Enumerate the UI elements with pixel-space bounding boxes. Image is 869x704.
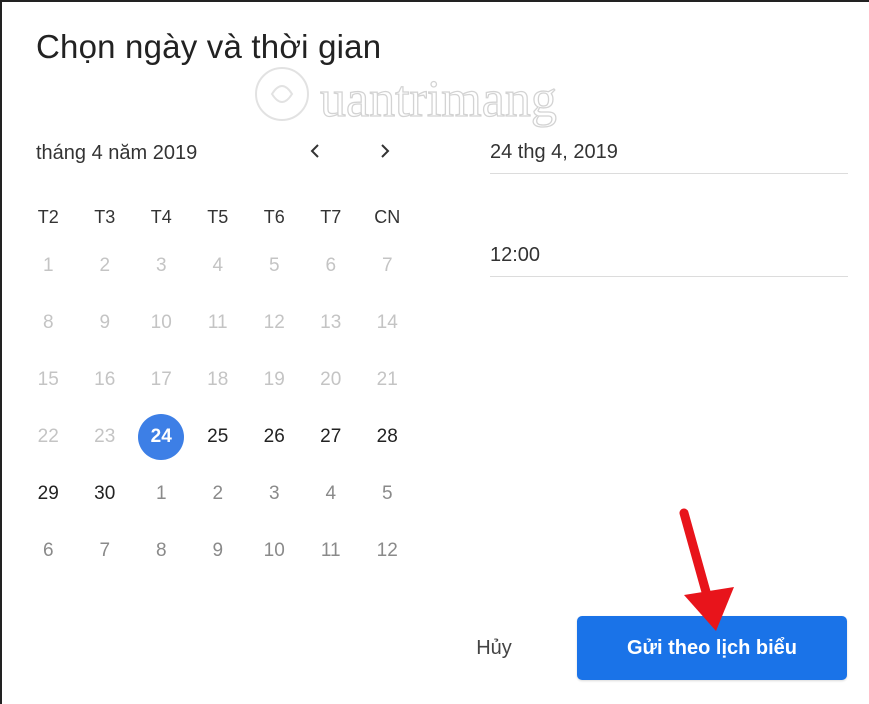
schedule-send-dialog: Chọn ngày và thời gian uantrimang tháng … — [0, 0, 869, 704]
calendar-day-disabled: 4 — [212, 254, 224, 276]
calendar-week: 22 23 24 25 26 27 28 — [20, 408, 416, 465]
calendar-day-next-month[interactable]: 6 — [20, 528, 77, 574]
calendar-week: 1 2 3 4 5 6 7 — [20, 237, 416, 294]
calendar-day-disabled: 8 — [42, 311, 54, 333]
calendar-day[interactable]: 28 — [359, 414, 416, 460]
calendar-day-next-month[interactable]: 10 — [246, 528, 303, 574]
next-month-button[interactable] — [370, 136, 400, 166]
calendar-day-disabled: 2 — [99, 254, 111, 276]
calendar-day-next-month[interactable]: 8 — [133, 528, 190, 574]
calendar-day-next-month[interactable]: 11 — [303, 528, 360, 574]
weekday-label: T5 — [207, 206, 229, 227]
calendar-day-next-month[interactable]: 4 — [303, 471, 360, 517]
selected-day-label: 24 — [138, 413, 185, 460]
calendar-day-next-month[interactable]: 12 — [359, 528, 416, 574]
calendar-week: 29 30 1 2 3 4 5 — [20, 465, 416, 522]
date-field[interactable]: 24 thg 4, 2019 — [490, 141, 848, 174]
calendar-day-disabled: 19 — [263, 368, 285, 390]
weekday-label: T4 — [150, 206, 172, 227]
calendar-day-disabled: 18 — [207, 368, 229, 390]
calendar-week: 15 16 17 18 19 20 21 — [20, 351, 416, 408]
calendar-day-next-month[interactable]: 7 — [77, 528, 134, 574]
calendar-day-selected[interactable]: 24 — [133, 413, 190, 460]
prev-month-button[interactable] — [300, 136, 330, 166]
schedule-send-button[interactable]: Gửi theo lịch biểu — [577, 616, 847, 680]
dialog-title: Chọn ngày và thời gian — [36, 28, 382, 65]
calendar-day[interactable]: 30 — [77, 471, 134, 517]
calendar-day[interactable]: 29 — [20, 471, 77, 517]
calendar-day-disabled: 16 — [94, 368, 116, 390]
weekday-header: T2 T3 T4 T5 T6 T7 CN — [20, 197, 416, 237]
weekday-label: T6 — [263, 206, 285, 227]
calendar-day-next-month[interactable]: 5 — [359, 471, 416, 517]
calendar-day-next-month[interactable]: 9 — [190, 528, 247, 574]
weekday-label: CN — [374, 206, 401, 227]
time-field[interactable]: 12:00 — [490, 244, 848, 277]
calendar-month-label: tháng 4 năm 2019 — [36, 142, 198, 164]
weekday-label: T3 — [94, 206, 116, 227]
chevron-right-icon — [381, 144, 390, 158]
weekday-label: T7 — [320, 206, 342, 227]
calendar-day-disabled: 1 — [42, 254, 54, 276]
calendar-day-next-month[interactable]: 3 — [246, 471, 303, 517]
calendar-grid: T2 T3 T4 T5 T6 T7 CN 1 2 3 4 5 6 7 8 9 1… — [20, 197, 416, 579]
calendar-day-disabled: 6 — [325, 254, 337, 276]
watermark-text: uantrimang — [320, 71, 557, 128]
calendar-day[interactable]: 26 — [246, 414, 303, 460]
cancel-button[interactable]: Hủy — [454, 617, 534, 679]
calendar-day-disabled: 3 — [155, 254, 167, 276]
calendar-day-disabled: 10 — [150, 311, 172, 333]
calendar-day-disabled: 20 — [320, 368, 342, 390]
calendar-day[interactable]: 27 — [303, 414, 360, 460]
calendar-day-next-month[interactable]: 1 — [133, 471, 190, 517]
calendar-week: 6 7 8 9 10 11 12 — [20, 522, 416, 579]
calendar-week: 8 9 10 11 12 13 14 — [20, 294, 416, 351]
calendar-day-disabled: 17 — [150, 368, 172, 390]
calendar-day-disabled: 13 — [320, 311, 342, 333]
calendar-day-disabled: 14 — [376, 311, 398, 333]
calendar-day-disabled: 21 — [376, 368, 398, 390]
calendar-day-disabled: 22 — [37, 425, 59, 447]
calendar-day-disabled: 9 — [99, 311, 111, 333]
calendar-day-disabled: 23 — [94, 425, 116, 447]
calendar-day-disabled: 11 — [207, 311, 228, 333]
calendar-day-next-month[interactable]: 2 — [190, 471, 247, 517]
weekday-label: T2 — [37, 206, 59, 227]
calendar-day-disabled: 5 — [268, 254, 280, 276]
watermark-logo: uantrimang — [255, 67, 557, 129]
calendar-day[interactable]: 25 — [190, 414, 247, 460]
calendar-day-disabled: 15 — [37, 368, 59, 390]
chevron-left-icon — [310, 144, 319, 158]
calendar-day-disabled: 12 — [263, 311, 285, 333]
calendar-day-disabled: 7 — [381, 254, 393, 276]
